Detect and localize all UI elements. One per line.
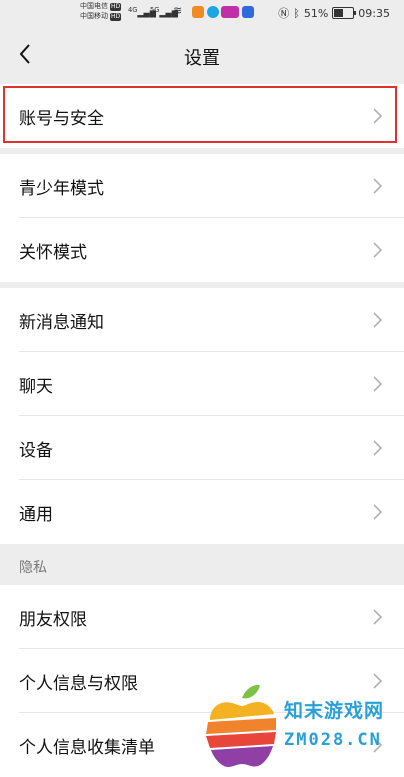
- bluetooth-icon: ᛒ: [293, 6, 300, 20]
- chevron-right-icon: [373, 504, 382, 520]
- settings-row-account-security[interactable]: 账号与安全: [0, 84, 404, 148]
- chevron-right-icon: [373, 440, 382, 456]
- watermark-url: ZM028.CN: [284, 730, 382, 750]
- app-notification-icon: [221, 6, 239, 18]
- carrier-2: 中国移动: [80, 12, 108, 20]
- settings-row-general[interactable]: 通用: [0, 480, 404, 544]
- clock: 09:35: [358, 6, 390, 20]
- settings-row-teen-mode[interactable]: 青少年模式: [0, 154, 404, 218]
- battery-percent: 51%: [303, 6, 329, 20]
- hd-badge-1: HD: [110, 3, 122, 11]
- settings-row-chat[interactable]: 聊天: [0, 352, 404, 416]
- app-notification-icon: [192, 6, 204, 18]
- chevron-right-icon: [373, 108, 382, 124]
- row-label: 个人信息与权限: [19, 673, 138, 694]
- section-header-privacy: 隐私: [19, 560, 47, 576]
- settings-row-care-mode[interactable]: 关怀模式: [0, 218, 404, 282]
- settings-group-general: 新消息通知 聊天 设备 通用: [0, 288, 404, 544]
- carrier-1: 中国电信: [80, 2, 108, 10]
- system-icons: Ⓝ ᛒ 51% 09:35: [278, 5, 390, 21]
- row-label: 账号与安全: [19, 108, 104, 129]
- chevron-right-icon: [373, 312, 382, 328]
- chevron-right-icon: [373, 242, 382, 258]
- nav-bar: 设置: [0, 26, 404, 84]
- page-title: 设置: [184, 48, 220, 69]
- hd-badge-2: HD: [110, 13, 122, 21]
- row-label: 设备: [19, 440, 53, 461]
- apple-logo-icon: [206, 684, 276, 767]
- nfc-icon: Ⓝ: [278, 7, 290, 20]
- settings-row-devices[interactable]: 设备: [0, 416, 404, 480]
- status-bar: 中国电信 HD 中国移动 HD 4G▂▄▆ 5G▂▄▆ ≋ Ⓝ ᛒ 51% 09:3…: [0, 0, 404, 26]
- battery-icon: [332, 7, 357, 19]
- chevron-right-icon: [373, 609, 382, 625]
- row-label: 新消息通知: [19, 312, 104, 333]
- wifi-icon: ≋: [173, 4, 183, 17]
- watermark-title: 知末游戏网: [284, 700, 385, 722]
- app-notification-icon: [242, 6, 254, 18]
- chevron-right-icon: [373, 376, 382, 392]
- row-label: 聊天: [19, 376, 53, 397]
- watermark: 知末游戏网 ZM028.CN: [200, 684, 404, 770]
- chevron-right-icon: [373, 178, 382, 194]
- row-label: 青少年模式: [19, 178, 104, 199]
- settings-row-notifications[interactable]: 新消息通知: [0, 288, 404, 352]
- app-notification-icon: [207, 6, 219, 18]
- carrier-info: 中国电信 HD 中国移动 HD: [80, 1, 122, 21]
- row-label: 朋友权限: [19, 609, 87, 630]
- row-label: 个人信息收集清单: [19, 737, 155, 758]
- row-label: 关怀模式: [19, 242, 87, 263]
- settings-group-modes: 青少年模式 关怀模式: [0, 154, 404, 282]
- settings-group-account: 账号与安全: [0, 84, 404, 148]
- settings-row-friend-permissions[interactable]: 朋友权限: [0, 585, 404, 649]
- row-label: 通用: [19, 504, 53, 525]
